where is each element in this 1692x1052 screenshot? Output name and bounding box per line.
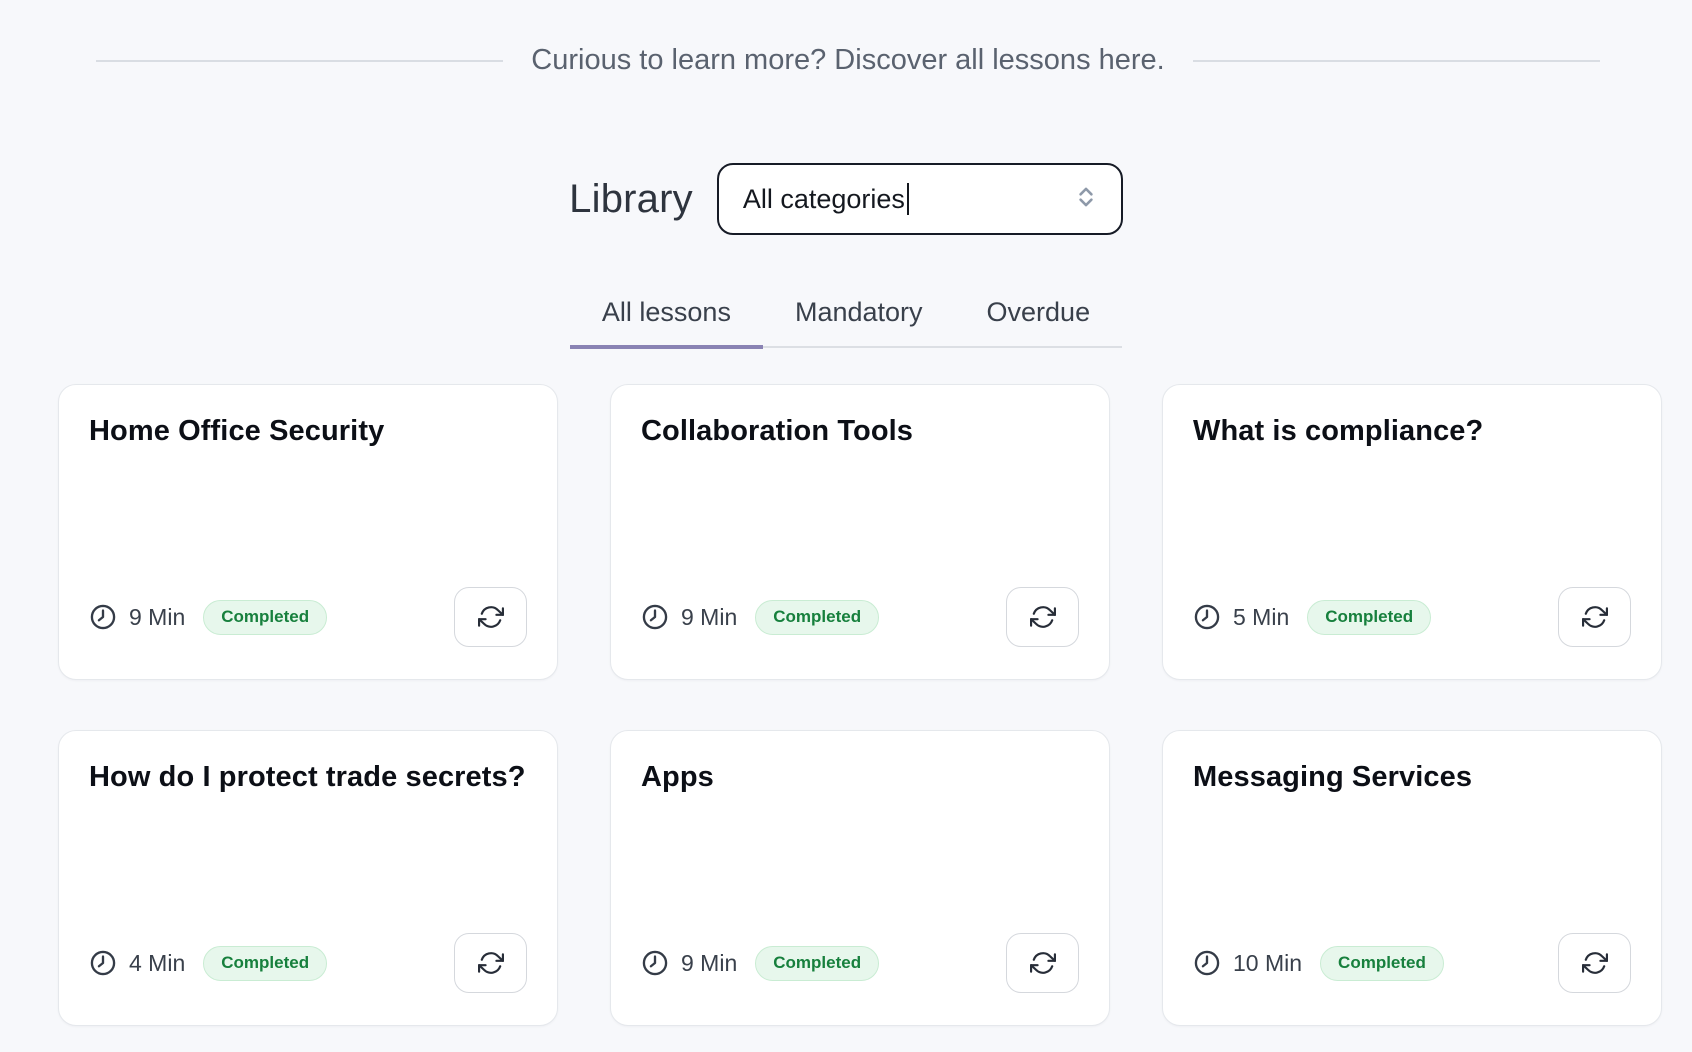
clock-icon (89, 603, 117, 631)
refresh-icon (1030, 604, 1056, 630)
clock-icon (1193, 603, 1221, 631)
lesson-card-footer: 4 Min Completed (89, 933, 527, 993)
status-badge: Completed (203, 946, 327, 981)
text-cursor (907, 183, 909, 215)
retry-button[interactable] (454, 587, 527, 647)
tab-mandatory[interactable]: Mandatory (763, 297, 955, 349)
library-page: Curious to learn more? Discover all less… (0, 44, 1692, 1026)
refresh-icon (478, 950, 504, 976)
discover-prompt: Curious to learn more? Discover all less… (531, 44, 1164, 77)
lesson-title: Apps (641, 761, 1079, 794)
refresh-icon (1582, 604, 1608, 630)
clock-icon (89, 949, 117, 977)
lesson-title: What is compliance? (1193, 415, 1631, 448)
lesson-card[interactable]: How do I protect trade secrets? 4 Min Co… (58, 730, 558, 1026)
status-badge: Completed (755, 600, 879, 635)
lesson-card-footer: 9 Min Completed (641, 933, 1079, 993)
lesson-duration: 4 Min (129, 950, 185, 977)
tabs-wrap: All lessons Mandatory Overdue (0, 297, 1692, 348)
category-select[interactable]: All categories (717, 163, 1123, 235)
status-badge: Completed (1320, 946, 1444, 981)
lesson-duration: 9 Min (681, 950, 737, 977)
clock-icon (1193, 949, 1221, 977)
lesson-card-footer: 5 Min Completed (1193, 587, 1631, 647)
retry-button[interactable] (1006, 587, 1079, 647)
lesson-duration: 5 Min (1233, 604, 1289, 631)
category-select-value: All categories (743, 184, 905, 215)
retry-button[interactable] (1558, 933, 1631, 993)
lesson-card-footer: 9 Min Completed (89, 587, 527, 647)
refresh-icon (478, 604, 504, 630)
clock-icon (641, 949, 669, 977)
lesson-card[interactable]: Home Office Security 9 Min Completed (58, 384, 558, 680)
lesson-card-footer: 9 Min Completed (641, 587, 1079, 647)
tab-all-lessons[interactable]: All lessons (570, 297, 763, 349)
lesson-card[interactable]: What is compliance? 5 Min Completed (1162, 384, 1662, 680)
status-badge: Completed (203, 600, 327, 635)
lesson-card-footer: 10 Min Completed (1193, 933, 1631, 993)
status-badge: Completed (755, 946, 879, 981)
lesson-duration: 9 Min (681, 604, 737, 631)
lesson-card[interactable]: Apps 9 Min Completed (610, 730, 1110, 1026)
lesson-duration: 9 Min (129, 604, 185, 631)
lesson-tabs: All lessons Mandatory Overdue (570, 297, 1122, 348)
lesson-card[interactable]: Messaging Services 10 Min Completed (1162, 730, 1662, 1026)
lesson-grid: Home Office Security 9 Min Completed (58, 384, 1662, 1026)
lesson-title: Messaging Services (1193, 761, 1631, 794)
lesson-duration: 10 Min (1233, 950, 1302, 977)
lesson-title: Collaboration Tools (641, 415, 1079, 448)
refresh-icon (1582, 950, 1608, 976)
clock-icon (641, 603, 669, 631)
lesson-card[interactable]: Collaboration Tools 9 Min Completed (610, 384, 1110, 680)
divider-line-left (96, 60, 503, 62)
lesson-title: How do I protect trade secrets? (89, 761, 527, 794)
tab-overdue[interactable]: Overdue (955, 297, 1123, 349)
chevron-up-down-icon (1073, 184, 1099, 215)
lesson-title: Home Office Security (89, 415, 527, 448)
status-badge: Completed (1307, 600, 1431, 635)
retry-button[interactable] (454, 933, 527, 993)
library-header: Library All categories (0, 163, 1692, 235)
discover-divider: Curious to learn more? Discover all less… (96, 44, 1600, 77)
retry-button[interactable] (1558, 587, 1631, 647)
retry-button[interactable] (1006, 933, 1079, 993)
page-title: Library (569, 177, 693, 222)
refresh-icon (1030, 950, 1056, 976)
divider-line-right (1193, 60, 1600, 62)
